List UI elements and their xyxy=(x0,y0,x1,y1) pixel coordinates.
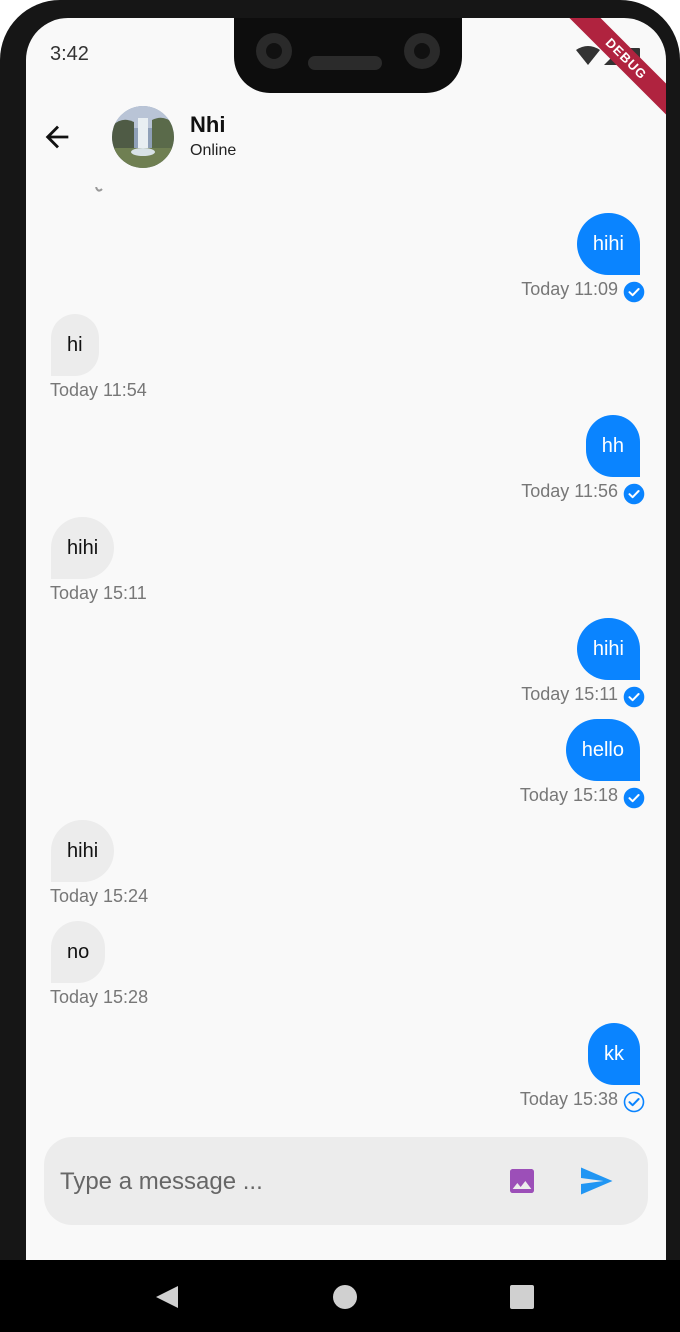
clipped-message-timestamp xyxy=(78,184,108,194)
check-circle-icon xyxy=(623,787,645,809)
message-timestamp: Today 15:28 xyxy=(50,987,149,1008)
device-frame: 3:42 DEBUG Nhi Online hihi Today 11:09 h… xyxy=(0,0,680,1332)
check-circle-icon xyxy=(623,686,645,708)
arrow-back-icon[interactable] xyxy=(40,120,74,154)
sent-message-bubble[interactable]: hh xyxy=(585,415,640,478)
nav-recents-icon[interactable] xyxy=(505,1280,539,1314)
avatar[interactable] xyxy=(112,106,174,168)
message-timestamp: Today 11:56 xyxy=(521,481,618,502)
sent-message-bubble[interactable]: hihi xyxy=(576,213,640,275)
contact-status: Online xyxy=(190,142,237,159)
message-input[interactable] xyxy=(58,1137,482,1227)
send-icon[interactable] xyxy=(578,1163,614,1199)
camera-icon xyxy=(256,33,292,69)
speaker-grille xyxy=(308,56,382,70)
chat-header: Nhi Online xyxy=(26,98,666,188)
image-icon[interactable] xyxy=(506,1165,538,1197)
message-timestamp: Today 15:38 xyxy=(519,1088,618,1109)
check-circle-icon xyxy=(623,1091,645,1112)
sent-message-bubble[interactable]: hihi xyxy=(576,617,640,680)
message-timestamp: Today 15:24 xyxy=(50,886,149,907)
message-timestamp: Today 11:09 xyxy=(521,279,618,299)
message-timestamp: Today 15:11 xyxy=(50,582,147,603)
camera-notch xyxy=(234,18,462,93)
nav-home-icon[interactable] xyxy=(328,1280,362,1314)
message-timestamp: Today 11:54 xyxy=(50,380,147,401)
nav-back-icon[interactable] xyxy=(150,1280,184,1314)
camera-icon xyxy=(404,33,440,69)
received-message-bubble[interactable]: hi xyxy=(51,314,99,377)
message-timestamp: Today 15:11 xyxy=(521,683,618,704)
sent-message-bubble[interactable]: kk xyxy=(588,1022,640,1085)
received-message-bubble[interactable]: hihi xyxy=(51,820,115,883)
message-timestamp: Today 15:18 xyxy=(519,785,618,805)
system-nav-bar xyxy=(0,1260,680,1332)
check-circle-icon xyxy=(623,281,645,303)
status-time: 3:42 xyxy=(50,43,89,65)
check-circle-icon xyxy=(623,484,645,505)
received-message-bubble[interactable]: hihi xyxy=(51,516,115,579)
received-message-bubble[interactable]: no xyxy=(51,921,106,984)
app-screen: 3:42 DEBUG Nhi Online hihi Today 11:09 h… xyxy=(26,18,666,1260)
contact-name: Nhi xyxy=(190,112,226,137)
wifi-icon xyxy=(576,46,600,65)
sent-message-bubble[interactable]: hello xyxy=(565,719,640,781)
message-composer xyxy=(44,1137,648,1227)
